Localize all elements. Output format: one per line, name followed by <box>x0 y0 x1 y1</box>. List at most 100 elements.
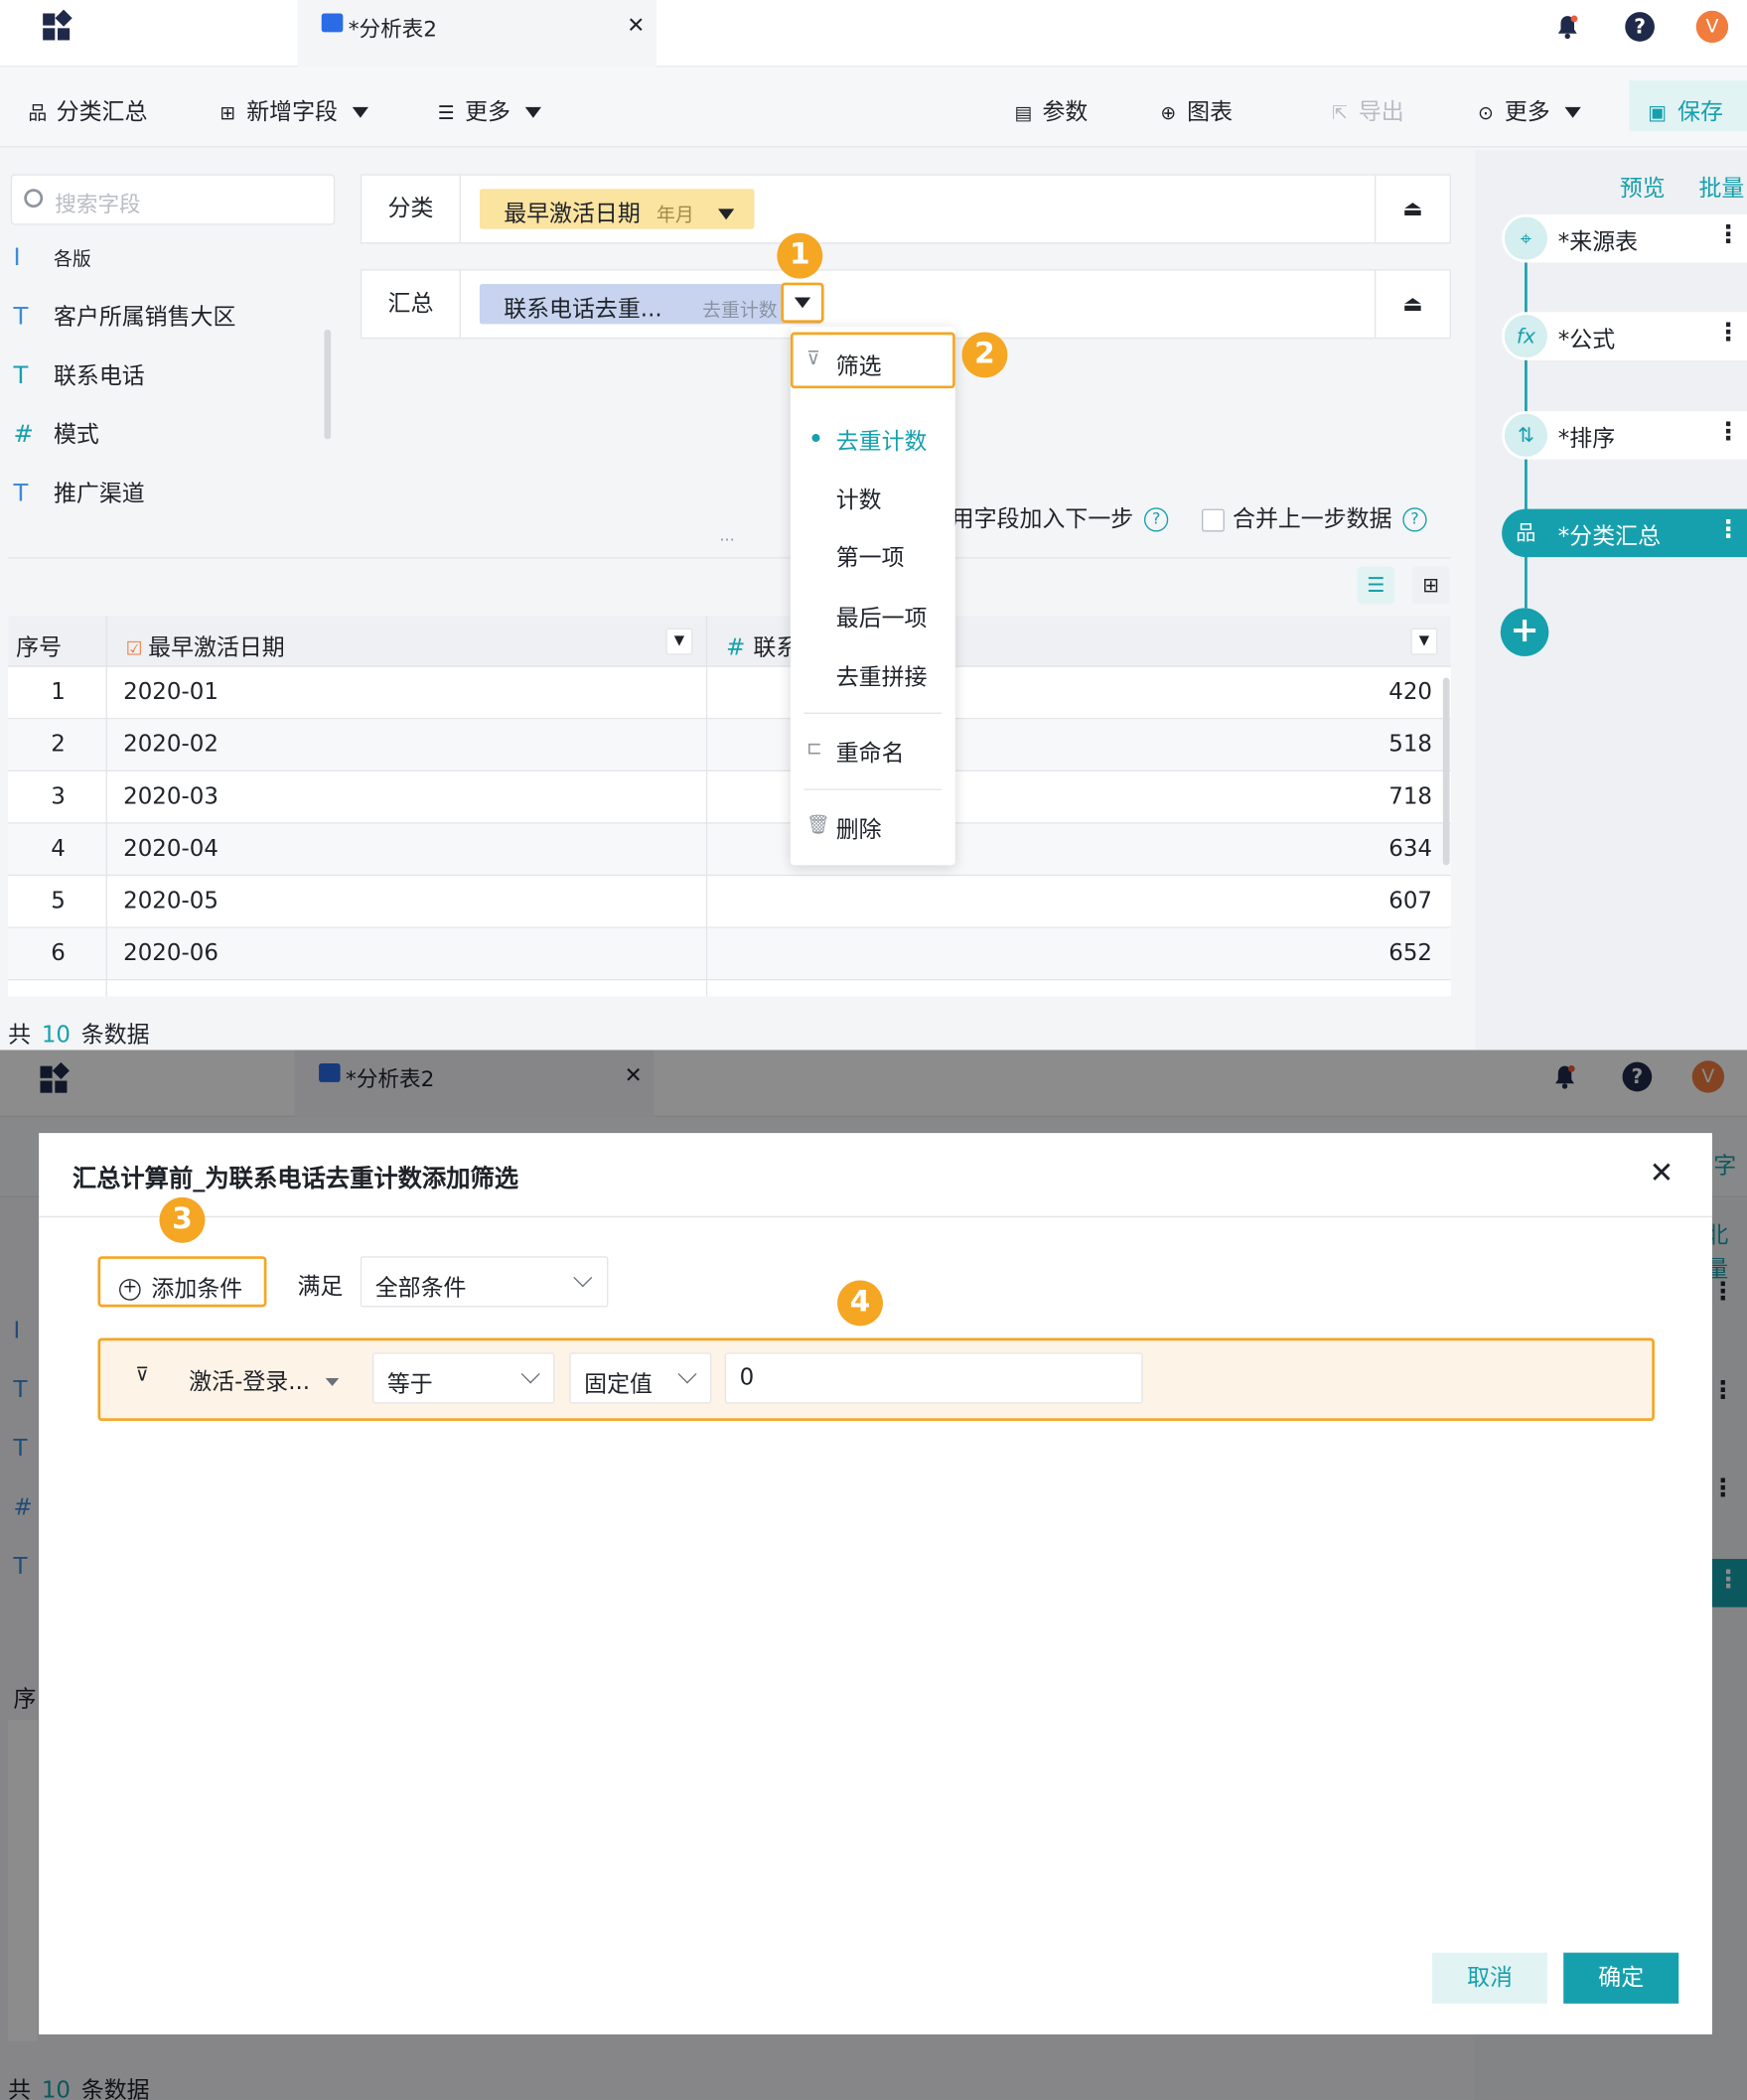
caret-down-icon <box>353 106 369 118</box>
filter-dialog: 汇总计算前_为联系电话去重计数添加筛选 ✕ + 添加条件 3 满足 全部条件 4 … <box>39 1133 1712 2034</box>
fields-panel: 搜索字段 I 各版 T 客户所属销售大区 T 联系电话 # 模式 T 推广渠道 <box>0 150 346 552</box>
more-right-button[interactable]: ⊙ 更多 <box>1475 92 1582 126</box>
condition-value-input[interactable]: 0 <box>724 1352 1143 1404</box>
menu-divider <box>803 712 943 714</box>
table-row[interactable]: 1 2020-01 420 <box>8 667 1451 720</box>
add-node-button[interactable]: + <box>1500 608 1549 656</box>
toolbox-icon[interactable]: ⏏ <box>1375 270 1450 338</box>
column-menu-icon[interactable]: ▼ <box>665 628 693 655</box>
tab-analysis-2[interactable]: *分析表2 ✕ <box>297 0 656 68</box>
caret-down-icon <box>794 297 811 309</box>
preview-link[interactable]: 预览 <box>1620 169 1666 203</box>
menu-item-distinct-concat[interactable]: 去重拼接 <box>836 657 928 691</box>
menu-item-rename[interactable]: 重命名 <box>836 734 905 768</box>
formula-icon: fx <box>1504 314 1548 358</box>
splitter-handle-icon[interactable]: ··· <box>719 530 734 549</box>
summary-field-chip[interactable]: 联系电话去重... 去重计数 <box>479 283 821 325</box>
menu-item-last[interactable]: 最后一项 <box>836 599 928 632</box>
field-item[interactable]: T 客户所属销售大区 <box>13 297 235 331</box>
flow-node-source[interactable]: ⌖ *来源表 ⋮ <box>1502 213 1747 263</box>
bell-icon[interactable] <box>1554 13 1581 40</box>
app-grid-icon[interactable] <box>40 9 73 43</box>
close-icon[interactable]: ✕ <box>627 12 645 38</box>
toolbox-icon[interactable]: ⏏ <box>1375 175 1450 243</box>
rename-icon: ⊏ <box>806 738 822 760</box>
field-search-input[interactable]: 搜索字段 <box>10 174 336 225</box>
plus-circle-icon: + <box>119 1279 141 1301</box>
grid-view-icon[interactable]: ⊞ <box>1411 566 1450 605</box>
field-item-phone[interactable]: T 联系电话 <box>13 356 144 389</box>
hierarchy-icon: 品 <box>1504 511 1548 555</box>
group-summary-button[interactable]: 品分类汇总 <box>27 92 147 126</box>
condition-value-type-select[interactable]: 固定值 <box>569 1352 712 1404</box>
cancel-button[interactable]: 取消 <box>1432 1952 1548 2004</box>
help-circle-icon[interactable]: ? <box>1143 507 1169 532</box>
help-icon[interactable]: ? <box>1625 12 1655 42</box>
menu-item-delete[interactable]: 删除 <box>836 810 882 844</box>
more-vertical-icon[interactable]: ⋮ <box>1716 319 1740 347</box>
field-item[interactable]: T 推广渠道 <box>13 474 144 507</box>
cell-index: 5 <box>51 888 66 915</box>
caret-down-icon <box>525 106 542 118</box>
splitter[interactable] <box>8 557 1451 559</box>
annotation-badge-1: 1 <box>777 232 823 279</box>
export-button[interactable]: ⇱ 导出 <box>1329 92 1404 126</box>
ok-button[interactable]: 确定 <box>1563 1952 1679 2004</box>
column-header-value[interactable]: # 联系 <box>726 629 799 661</box>
field-item[interactable]: I 各版 <box>13 243 90 271</box>
menu-item-distinct-count[interactable]: 去重计数 <box>836 422 928 456</box>
cell-date: 2020-03 <box>123 783 218 811</box>
more-vertical-icon[interactable]: ⋮ <box>1716 418 1740 446</box>
plus-circle-icon: ⊕ <box>1160 102 1177 125</box>
search-icon <box>24 189 44 209</box>
chart-button[interactable]: ⊕ 图表 <box>1157 92 1233 126</box>
column-menu-icon[interactable]: ▼ <box>1410 628 1438 655</box>
merge-previous-option[interactable]: 合并上一步数据? <box>1201 499 1427 533</box>
cell-value: 420 <box>1388 678 1433 706</box>
row-count: 共 10 条数据 <box>8 1022 150 1050</box>
dialog-divider <box>39 1215 1712 1218</box>
source-icon: ⌖ <box>1504 216 1548 260</box>
table-row[interactable]: 2 2020-02 518 <box>8 719 1451 771</box>
merge-checkbox[interactable] <box>1201 507 1225 531</box>
menu-item-count[interactable]: 计数 <box>836 481 882 514</box>
save-button[interactable]: ▣ 保存 <box>1629 79 1747 132</box>
more-left-button[interactable]: ☰ 更多 <box>435 92 542 126</box>
batch-link[interactable]: 批量 <box>1698 169 1744 203</box>
scrollbar[interactable] <box>324 329 332 440</box>
params-button[interactable]: ▤ 参数 <box>1013 92 1089 126</box>
table-row[interactable]: 3 2020-03 718 <box>8 771 1451 824</box>
more-vertical-icon[interactable]: ⋮ <box>1716 515 1740 543</box>
satisfy-select[interactable]: 全部条件 <box>360 1256 609 1308</box>
condition-operator-select[interactable]: 等于 <box>372 1352 555 1404</box>
caret-down-icon[interactable] <box>718 209 735 220</box>
table-header: 序号 ☑ 最早激活日期 ▼ # 联系 ▼ <box>8 616 1451 667</box>
add-field-button[interactable]: ⊞ 新增字段 <box>218 92 369 126</box>
menu-item-first[interactable]: 第一项 <box>836 538 905 572</box>
add-condition-button[interactable]: + 添加条件 <box>97 1256 267 1308</box>
flow-node-sort[interactable]: ⇅ *排序 ⋮ <box>1502 411 1747 460</box>
use-fields-next-option[interactable]: 用字段加入下一步? <box>951 499 1169 533</box>
trash-icon: 🗑 <box>806 814 831 836</box>
help-circle-icon[interactable]: ? <box>1402 507 1427 532</box>
chevron-down-icon <box>520 1364 540 1384</box>
cell-date: 2020-04 <box>123 835 218 863</box>
list-view-icon[interactable]: ☰ <box>1357 566 1395 605</box>
column-header-date[interactable]: ☑ 最早激活日期 <box>126 629 285 661</box>
table-row[interactable]: 6 2020-06 652 <box>8 927 1451 981</box>
condition-field-select[interactable]: 激活-登录... <box>189 1362 340 1396</box>
field-item[interactable]: # 模式 <box>13 415 98 449</box>
filter-menu-item[interactable]: ⊽ 筛选 <box>790 332 955 389</box>
close-icon[interactable]: ✕ <box>1650 1157 1674 1190</box>
category-field-chip[interactable]: 最早激活日期 年月 <box>479 189 755 229</box>
table-scrollbar[interactable] <box>1442 677 1450 866</box>
flow-node-formula[interactable]: fx *公式 ⋮ <box>1502 312 1747 360</box>
menu-divider <box>803 788 943 790</box>
cell-index: 2 <box>51 731 66 759</box>
summary-dropdown-toggle[interactable] <box>781 282 824 324</box>
avatar[interactable]: V <box>1695 10 1729 44</box>
table-row[interactable]: 5 2020-05 607 <box>8 876 1451 928</box>
flow-node-group-summary[interactable]: 品 *分类汇总 ⋮ <box>1502 508 1747 558</box>
table-row[interactable]: 4 2020-04 634 <box>8 823 1451 877</box>
more-vertical-icon[interactable]: ⋮ <box>1716 221 1740 249</box>
